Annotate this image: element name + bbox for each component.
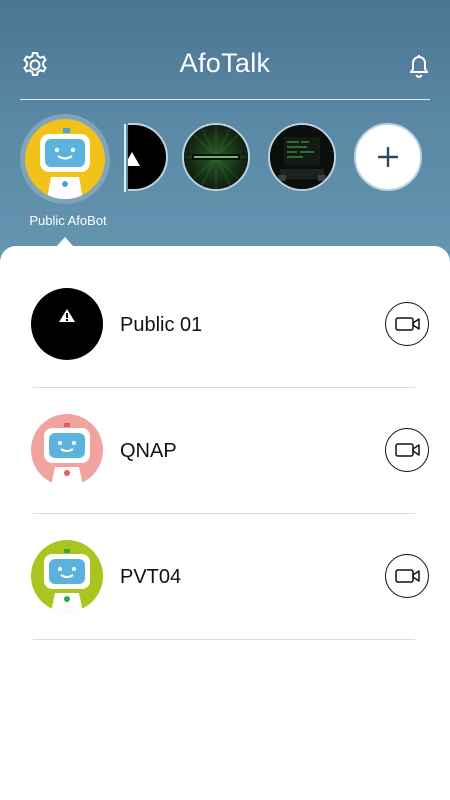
- selected-device-label: Public AfoBot: [29, 213, 107, 228]
- video-call-button[interactable]: [385, 428, 429, 472]
- list-item[interactable]: QNAP: [0, 372, 450, 514]
- video-camera-icon: [395, 317, 420, 331]
- video-camera-icon: [395, 443, 420, 457]
- camera-feed-image: [184, 125, 248, 189]
- list-item-name: QNAP: [120, 440, 177, 462]
- camera-thumbnail-1[interactable]: [128, 123, 168, 191]
- robot-icon: [44, 549, 90, 612]
- warning-icon: [128, 152, 140, 166]
- warning-avatar: [31, 288, 103, 360]
- conversation-panel: Public 01 QNAP PVT04: [0, 237, 450, 800]
- device-carousel: Public AfoBot: [0, 112, 450, 242]
- bell-icon[interactable]: [404, 50, 434, 80]
- carousel-divider: [124, 124, 126, 192]
- selected-device-avatar[interactable]: [20, 114, 110, 204]
- video-call-button[interactable]: [385, 554, 429, 598]
- header-divider: [20, 99, 430, 100]
- add-device-button[interactable]: [354, 123, 422, 191]
- warning-icon: [59, 309, 75, 322]
- robot-avatar: [31, 540, 103, 612]
- list-item[interactable]: PVT04: [0, 498, 450, 640]
- video-camera-icon: [395, 569, 420, 583]
- robot-icon: [40, 128, 90, 199]
- video-call-button[interactable]: [385, 302, 429, 346]
- list-item-name: PVT04: [120, 566, 182, 588]
- app-screen: AfoTalk Public AfoBot Public 01 QNAP PVT…: [0, 0, 450, 800]
- camera-thumbnail-3[interactable]: [268, 123, 336, 191]
- robot-avatar: [31, 414, 103, 486]
- list-item-name: Public 01: [120, 314, 203, 336]
- camera-feed-image: [270, 125, 334, 189]
- list-item[interactable]: Public 01: [0, 246, 450, 388]
- plus-icon: [378, 147, 398, 167]
- app-title: AfoTalk: [179, 48, 271, 78]
- camera-thumbnail-2[interactable]: [182, 123, 250, 191]
- top-bar: AfoTalk: [0, 40, 450, 90]
- robot-icon: [44, 423, 90, 486]
- row-divider: [33, 639, 415, 640]
